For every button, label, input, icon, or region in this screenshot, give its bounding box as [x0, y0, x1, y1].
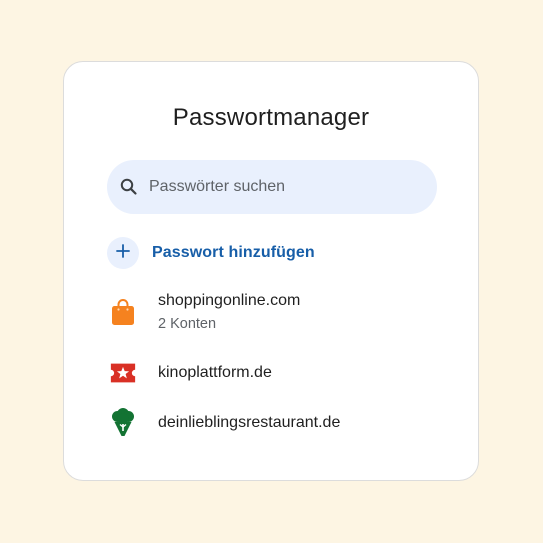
entry-text: shoppingonline.com 2 Konten [158, 292, 300, 332]
entry-account-count: 2 Konten [158, 316, 217, 332]
search-field[interactable]: Passwörter suchen [107, 160, 437, 214]
add-password-label: Passwort hinzufügen [152, 244, 315, 261]
entry-domain: deinlieblingsrestaurant.de [158, 414, 341, 431]
page-title: Passwortmanager [172, 104, 370, 131]
search-placeholder: Passwörter suchen [149, 178, 286, 195]
entry-domain: shoppingonline.com [158, 292, 301, 309]
search-icon [119, 177, 139, 197]
entry-text: deinlieblingsrestaurant.de [158, 414, 340, 432]
password-manager-card: Passwortmanager Passwörter suchen Passwo… [63, 61, 479, 481]
password-entry-shoppingonline[interactable]: shoppingonline.com 2 Konten [109, 292, 300, 332]
plus-icon [116, 243, 130, 263]
entry-text: kinoplattform.de [158, 364, 272, 382]
entry-domain: kinoplattform.de [158, 364, 272, 381]
shopping-bag-icon [109, 297, 137, 327]
add-password-button[interactable]: Passwort hinzufügen [107, 237, 315, 269]
password-entry-deinlieblingsrestaurant[interactable]: deinlieblingsrestaurant.de [109, 408, 340, 438]
password-entry-kinoplattform[interactable]: kinoplattform.de [109, 358, 272, 388]
add-circle [107, 237, 139, 269]
ticket-icon [109, 358, 137, 388]
broccoli-icon [109, 408, 137, 438]
